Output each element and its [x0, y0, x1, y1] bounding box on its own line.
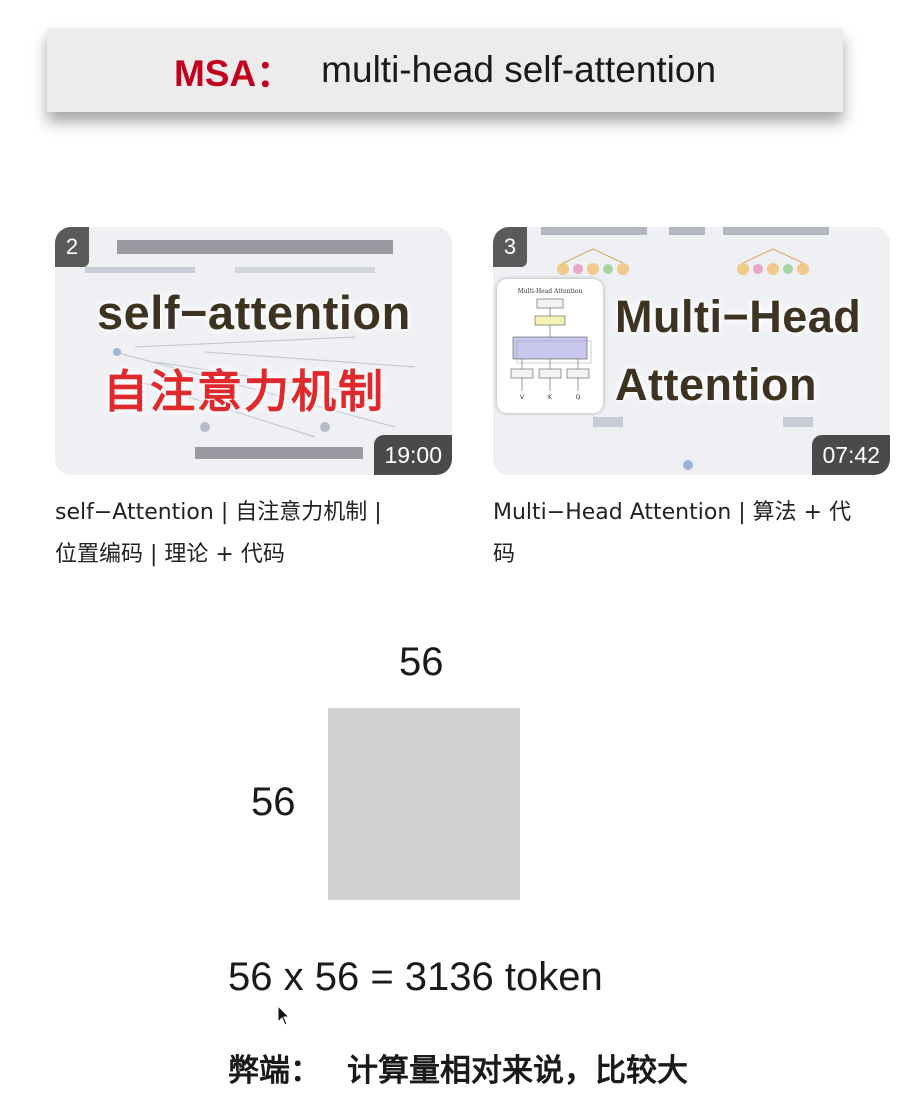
video-caption[interactable]: Multi−Head Attention | 算法 + 代 码	[493, 492, 893, 576]
title-banner: MSA： multi-head self-attention	[47, 28, 843, 112]
caption-line: Multi−Head Attention | 算法 + 代	[493, 500, 852, 525]
caption-line: 位置编码 | 理论 + 代码	[55, 542, 285, 567]
grid-width-label: 56	[399, 640, 444, 684]
thumbnail-title-line2: Attention	[615, 359, 817, 410]
grid-height-label: 56	[251, 780, 296, 824]
video-duration: 19:00	[374, 435, 452, 475]
video-caption[interactable]: self−Attention | 自注意力机制 | 位置编码 | 理论 + 代码	[55, 492, 455, 576]
video-index-badge: 2	[55, 227, 89, 267]
drawback-note: 弊端： 计算量相对来说，比较大	[228, 1045, 688, 1090]
video-card-self-attention[interactable]: 2 self−attention 自注意力机制 19:00	[55, 227, 452, 475]
svg-text:V: V	[520, 394, 525, 401]
svg-text:K: K	[548, 394, 553, 401]
caption-line: 码	[493, 542, 516, 567]
multi-head-attention-diagram: Multi-Head Attention V K Q	[497, 279, 603, 413]
thumbnail-title-en: self−attention	[97, 286, 411, 339]
banner-title: multi-head self-attention	[321, 49, 717, 90]
token-grid-square	[328, 708, 520, 900]
video-duration: 07:42	[812, 435, 890, 475]
video-index-badge: 3	[493, 227, 527, 267]
inset-title: Multi-Head Attention	[518, 288, 583, 295]
caption-line: self−Attention | 自注意力机制 |	[55, 500, 382, 525]
drawback-text: 计算量相对来说，比较大	[347, 1053, 688, 1089]
video-card-multi-head-attention[interactable]: 3 Multi-Head Attention V K Q Multi−Head …	[493, 227, 890, 475]
mouse-cursor-icon	[277, 1005, 291, 1026]
svg-text:Q: Q	[576, 394, 581, 401]
drawback-label: 弊端：	[228, 1053, 321, 1089]
thumbnail-title-zh: 自注意力机制	[103, 366, 386, 417]
thumbnail-title-line1: Multi−Head	[615, 291, 862, 342]
token-count-formula: 56 x 56 = 3136 token	[228, 955, 603, 999]
banner-accent: MSA：	[173, 53, 294, 94]
